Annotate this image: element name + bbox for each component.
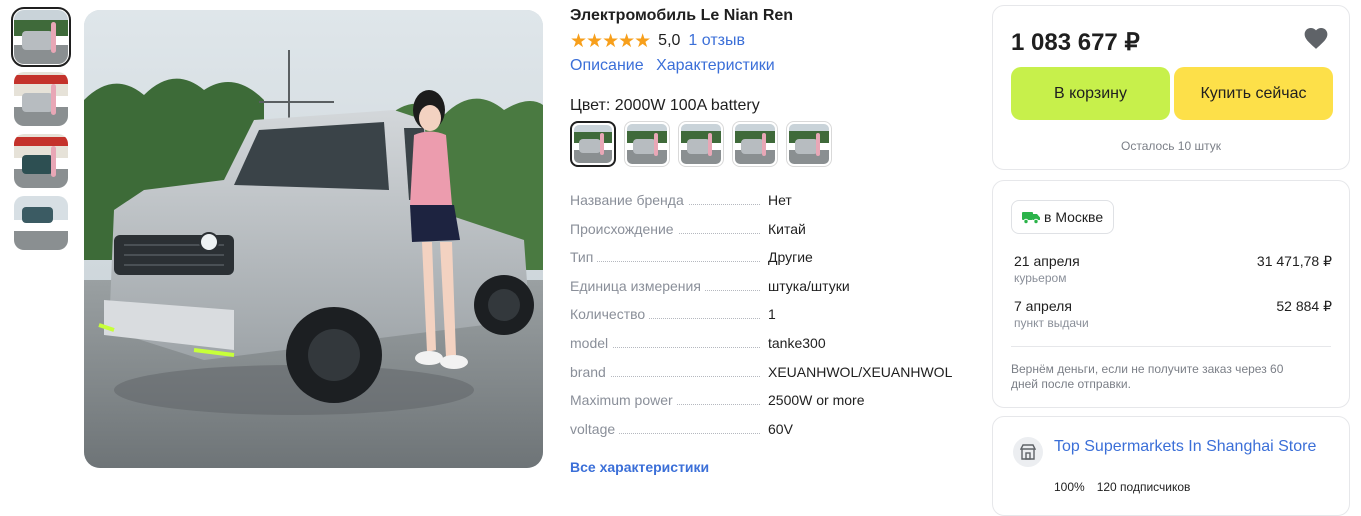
thumbnail-strip (11, 7, 74, 258)
delivery-price: 52 884 ₽ (1276, 298, 1332, 314)
color-swatches (570, 121, 840, 167)
spec-name: Количество (570, 306, 650, 323)
spec-value: штука/штуки (768, 277, 850, 294)
thumbnail-3[interactable] (14, 134, 68, 188)
spec-row: Количество 1 (570, 303, 970, 332)
rating-score: 5,0 (658, 32, 681, 49)
store-subscribers: 120 подписчиков (1096, 480, 1191, 494)
delivery-option: 7 апреля пункт выдачи 52 884 ₽ (1014, 298, 1332, 330)
color-swatch-5[interactable] (786, 121, 832, 167)
spec-name: Происхождение (570, 220, 678, 237)
color-swatch-3[interactable] (678, 121, 724, 167)
color-swatch-4[interactable] (732, 121, 778, 167)
spec-row: voltage 60V (570, 418, 970, 447)
store-icon (1013, 437, 1043, 467)
spec-value: 2500W or more (768, 392, 865, 409)
description-link[interactable]: Описание (570, 57, 644, 74)
delivery-card: в Москве 21 апреля курьером 31 471,78 ₽ … (992, 180, 1350, 408)
all-specs-link[interactable]: Все характеристики (570, 459, 709, 475)
spec-value: 60V (768, 420, 793, 437)
spec-name: model (570, 334, 613, 351)
thumbnail-1[interactable] (11, 7, 71, 67)
refund-guarantee: Вернём деньги, если не получите заказ че… (1011, 362, 1284, 391)
add-to-cart-button[interactable]: В корзину (1011, 67, 1170, 120)
spec-row: Происхождение Китай (570, 218, 970, 247)
store-stats: 100% 120 подписчиков (1054, 480, 1202, 494)
buy-card: 1 083 677 ₽ В корзину Купить сейчас Оста… (992, 5, 1350, 170)
spec-value: tanke300 (768, 334, 826, 351)
store-name-link[interactable]: Top Supermarkets In Shanghai Store (1054, 436, 1324, 458)
spec-row: Тип Другие (570, 246, 970, 275)
spec-name: Единица измерения (570, 277, 705, 294)
buy-now-button[interactable]: Купить сейчас (1174, 67, 1333, 120)
spec-name: voltage (570, 420, 620, 437)
delivery-city: в Москве (1044, 209, 1104, 225)
spec-name: brand (570, 363, 610, 380)
spec-value: XEUANHWOL/XEUANHWOL (768, 363, 953, 380)
spec-row: Название бренда Нет (570, 189, 970, 218)
thumbnail-2[interactable] (14, 72, 68, 126)
product-title: Электромобиль Le Nian Ren (570, 7, 794, 24)
store-card: Top Supermarkets In Shanghai Store 100% 1… (992, 416, 1350, 516)
spec-name: Maximum power (570, 392, 677, 409)
color-swatch-2[interactable] (624, 121, 670, 167)
spec-value: Нет (768, 192, 792, 208)
price: 1 083 677 ₽ (1011, 29, 1140, 56)
spec-value: 1 (768, 306, 776, 323)
delivery-city-selector[interactable]: в Москве (1011, 200, 1115, 234)
spec-value: Китай (768, 220, 806, 237)
spec-value: Другие (768, 249, 813, 266)
spec-row: Maximum power 2500W or more (570, 389, 970, 418)
divider (1011, 346, 1331, 347)
product-main-image[interactable] (84, 10, 543, 468)
spec-name: Тип (570, 249, 598, 266)
spec-row: model tanke300 (570, 332, 970, 361)
thumbnail-4[interactable] (14, 196, 68, 250)
color-label: Цвет: 2000W 100A battery (570, 97, 760, 114)
heart-icon[interactable] (1303, 26, 1329, 50)
spec-row: brand XEUANHWOL/XEUANHWOL (570, 361, 970, 390)
characteristics-link[interactable]: Характеристики (656, 57, 775, 74)
delivery-price: 31 471,78 ₽ (1256, 253, 1332, 269)
stock-status: Осталось 10 штук (1121, 139, 1221, 153)
section-links: Описание Характеристики (570, 57, 783, 75)
delivery-type: пункт выдачи (1014, 316, 1089, 330)
spec-list: Название бренда Нет Происхождение Китай … (570, 189, 970, 446)
color-swatch-1[interactable] (570, 121, 616, 167)
reviews-link[interactable]: 1 отзыв (688, 32, 745, 50)
rating-stars-icon: ★★★★★ (570, 30, 651, 52)
truck-icon (1022, 212, 1040, 224)
rating-row: ★★★★★ 5,0 1 отзыв (570, 30, 745, 52)
spec-name: Название бренда (570, 192, 688, 208)
store-rating: 100% (1054, 480, 1085, 494)
spec-row: Единица измерения штука/штуки (570, 275, 970, 304)
delivery-type: курьером (1014, 271, 1067, 285)
delivery-option: 21 апреля курьером 31 471,78 ₽ (1014, 253, 1332, 285)
